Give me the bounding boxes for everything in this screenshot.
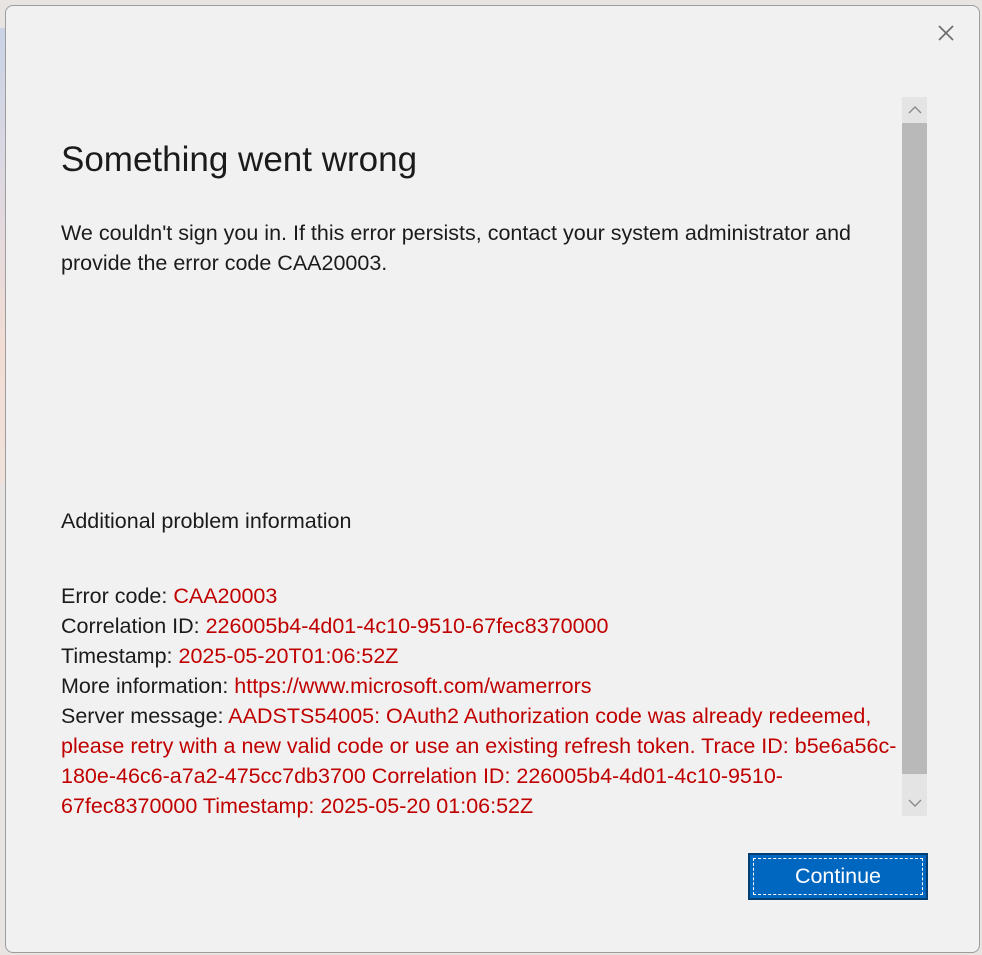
chevron-up-icon	[908, 106, 921, 114]
scrollbar-thumb[interactable]	[902, 123, 927, 774]
timestamp-row: Timestamp: 2025-05-20T01:06:52Z	[61, 641, 903, 671]
server-message-label: Server message:	[61, 704, 229, 728]
error-message: We couldn't sign you in. If this error p…	[61, 221, 851, 275]
additional-info-heading: Additional problem information	[61, 509, 352, 533]
continue-button[interactable]: Continue	[748, 853, 928, 900]
vertical-scrollbar[interactable]	[902, 97, 927, 816]
continue-button-label: Continue	[753, 858, 923, 895]
close-icon	[938, 25, 954, 41]
timestamp-label: Timestamp:	[61, 644, 179, 668]
more-info-label: More information:	[61, 674, 235, 698]
dialog-content: Something went wrong We couldn't sign yo…	[61, 96, 903, 821]
correlation-id-value: 226005b4-4d01-4c10-9510-67fec8370000	[205, 614, 609, 638]
error-code-row: Error code: CAA20003	[61, 581, 903, 611]
correlation-id-row: Correlation ID: 226005b4-4d01-4c10-9510-…	[61, 611, 903, 641]
error-details: Error code: CAA20003 Correlation ID: 226…	[61, 581, 903, 821]
timestamp-value: 2025-05-20T01:06:52Z	[178, 644, 399, 668]
scroll-down-button[interactable]	[902, 790, 927, 816]
server-message-row: Server message: AADSTS54005: OAuth2 Auth…	[61, 701, 903, 821]
error-code-label: Error code:	[61, 584, 174, 608]
error-dialog: Something went wrong We couldn't sign yo…	[5, 5, 980, 953]
chevron-down-icon	[908, 799, 921, 807]
error-code-value: CAA20003	[173, 584, 278, 608]
scroll-up-button[interactable]	[902, 97, 927, 123]
correlation-id-label: Correlation ID:	[61, 614, 206, 638]
dialog-title: Something went wrong	[61, 140, 418, 179]
more-info-link[interactable]: https://www.microsoft.com/wamerrors	[234, 674, 591, 698]
close-button[interactable]	[933, 20, 959, 46]
more-info-row: More information: https://www.microsoft.…	[61, 671, 903, 701]
